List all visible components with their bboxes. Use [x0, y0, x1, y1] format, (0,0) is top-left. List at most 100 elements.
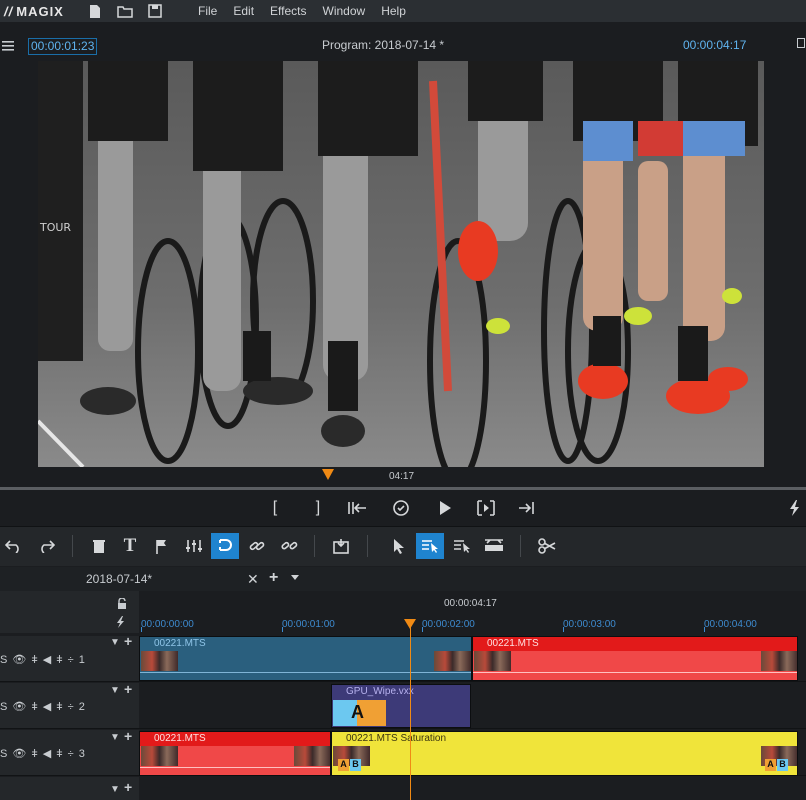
ripple-edit-tool-icon[interactable]: [416, 533, 444, 559]
redo-icon[interactable]: [32, 533, 60, 559]
ruler-mark: [141, 627, 142, 632]
ruler-time-label: 00:00:04:17: [444, 598, 497, 609]
lightning-icon[interactable]: [788, 499, 802, 520]
track-split-icon[interactable]: ÷: [68, 654, 74, 666]
scrub-bar[interactable]: [0, 487, 806, 490]
save-icon[interactable]: [140, 0, 170, 22]
track-expand-icon[interactable]: ▼: [110, 685, 120, 696]
video-clip[interactable]: 00221.MTS: [139, 636, 472, 681]
solo-icon[interactable]: S: [0, 701, 7, 713]
multi-track-tool-icon[interactable]: [448, 533, 476, 559]
video-preview: TOUR: [38, 61, 764, 467]
trim-tool-icon[interactable]: [480, 533, 508, 559]
solo-icon[interactable]: S: [0, 654, 7, 666]
solo-icon[interactable]: S: [0, 748, 7, 760]
marker-flag-icon[interactable]: [147, 533, 175, 559]
track-number-3: 3: [78, 747, 85, 760]
new-file-icon[interactable]: [80, 0, 110, 22]
menu-file[interactable]: File: [190, 0, 225, 22]
scrub-position-marker[interactable]: [322, 469, 334, 480]
clip-label: 00221.MTS: [154, 638, 206, 649]
menu-window[interactable]: Window: [315, 0, 374, 22]
playhead-handle[interactable]: [404, 619, 416, 629]
delete-icon[interactable]: [85, 533, 113, 559]
track-level-icon[interactable]: ǂ: [56, 654, 62, 666]
eye-icon[interactable]: 👁: [12, 653, 26, 666]
track-lightning-icon[interactable]: [115, 615, 127, 632]
close-tab-icon[interactable]: ✕: [247, 571, 259, 588]
toolbar-divider: [72, 535, 73, 557]
track-fx-icon[interactable]: ǂ: [31, 654, 37, 666]
loop-icon[interactable]: [388, 497, 414, 519]
mark-in-button[interactable]: [: [262, 497, 288, 519]
step-frame-icon[interactable]: [473, 497, 499, 519]
track-add-icon[interactable]: +: [124, 779, 132, 795]
video-clip[interactable]: 00221.MTS: [139, 731, 331, 776]
clip-volume-line: [140, 767, 330, 768]
transition-clip[interactable]: GPU_Wipe.vxx A: [331, 684, 471, 728]
track-fx-icon[interactable]: ǂ: [31, 748, 37, 760]
go-to-end-icon[interactable]: [514, 497, 540, 519]
clip-thumbnail: [141, 746, 178, 766]
hamburger-menu-icon[interactable]: [2, 40, 14, 54]
link-icon[interactable]: [243, 533, 271, 559]
track-fx-icon[interactable]: ǂ: [31, 701, 37, 713]
toolbar-divider: [314, 535, 315, 557]
eye-icon[interactable]: 👁: [12, 700, 26, 713]
clip-label: 00221.MTS: [154, 733, 206, 744]
menubar: // MAGIX File Edit Effects Window Help: [0, 0, 806, 22]
duration-timecode: 00:00:04:17: [683, 38, 747, 52]
ab-transition-icon: A B: [338, 759, 362, 771]
magix-app: // MAGIX File Edit Effects Window Help 0…: [0, 0, 806, 800]
unlink-icon[interactable]: [275, 533, 303, 559]
play-icon[interactable]: [432, 497, 458, 519]
speaker-icon[interactable]: ◀: [43, 653, 51, 666]
track-split-icon[interactable]: ÷: [68, 701, 74, 713]
add-tab-icon[interactable]: +: [269, 569, 278, 587]
track-level-icon[interactable]: ǂ: [56, 701, 62, 713]
snap-magnet-icon[interactable]: [211, 533, 239, 559]
speaker-icon[interactable]: ◀: [43, 700, 51, 713]
title-text-icon[interactable]: T: [116, 533, 144, 559]
track-add-icon[interactable]: +: [124, 681, 132, 697]
audio-mixer-icon[interactable]: [180, 533, 208, 559]
track-controls-1: S 👁 ǂ ◀ ǂ ÷ 1: [0, 653, 85, 667]
scissors-cut-icon[interactable]: [533, 533, 561, 559]
menu-effects[interactable]: Effects: [262, 0, 314, 22]
position-timecode[interactable]: 00:00:01:23: [28, 38, 98, 55]
window-mode-icon[interactable]: [797, 38, 805, 48]
insert-clip-icon[interactable]: [327, 533, 355, 559]
clip-thumbnail: [434, 651, 471, 671]
track-expand-icon[interactable]: ▼: [110, 732, 120, 743]
svg-text:TOUR: TOUR: [39, 221, 71, 234]
track-lane-2[interactable]: [139, 683, 806, 729]
lock-icon[interactable]: [116, 597, 128, 613]
wipe-transition-thumbnail: A: [333, 700, 386, 726]
ruler-tick-label: 00:00:03:00: [563, 619, 616, 630]
menu-help[interactable]: Help: [373, 0, 414, 22]
track-level-icon[interactable]: ǂ: [56, 748, 62, 760]
eye-icon[interactable]: 👁: [12, 747, 26, 760]
speaker-icon[interactable]: ◀: [43, 747, 51, 760]
video-clip[interactable]: 00221.MTS 00221.MTS: [472, 636, 798, 681]
track-expand-icon[interactable]: ▼: [110, 637, 120, 648]
toolbar-divider: [367, 535, 368, 557]
track-add-icon[interactable]: +: [124, 633, 132, 649]
undo-icon[interactable]: [0, 533, 28, 559]
track-expand-icon[interactable]: ▼: [110, 784, 120, 795]
clip-label: 00221.MTS Saturation: [346, 733, 447, 744]
clip-label: 00221.MTS: [487, 638, 539, 649]
mark-out-button[interactable]: ]: [305, 497, 331, 519]
ruler-mark: [282, 627, 283, 632]
menu-edit[interactable]: Edit: [225, 0, 262, 22]
timeline-tab[interactable]: 2018-07-14*: [86, 572, 152, 586]
clip-thumbnail: [474, 651, 511, 671]
playhead-line[interactable]: [410, 627, 411, 800]
pointer-tool-icon[interactable]: [385, 533, 413, 559]
track-add-icon[interactable]: +: [124, 728, 132, 744]
video-clip-saturation[interactable]: 00221.MTS Saturation A B A B: [331, 731, 798, 776]
go-to-start-icon[interactable]: [345, 497, 371, 519]
open-folder-icon[interactable]: [110, 0, 140, 22]
tab-dropdown-icon[interactable]: [291, 575, 299, 580]
track-split-icon[interactable]: ÷: [68, 748, 74, 760]
